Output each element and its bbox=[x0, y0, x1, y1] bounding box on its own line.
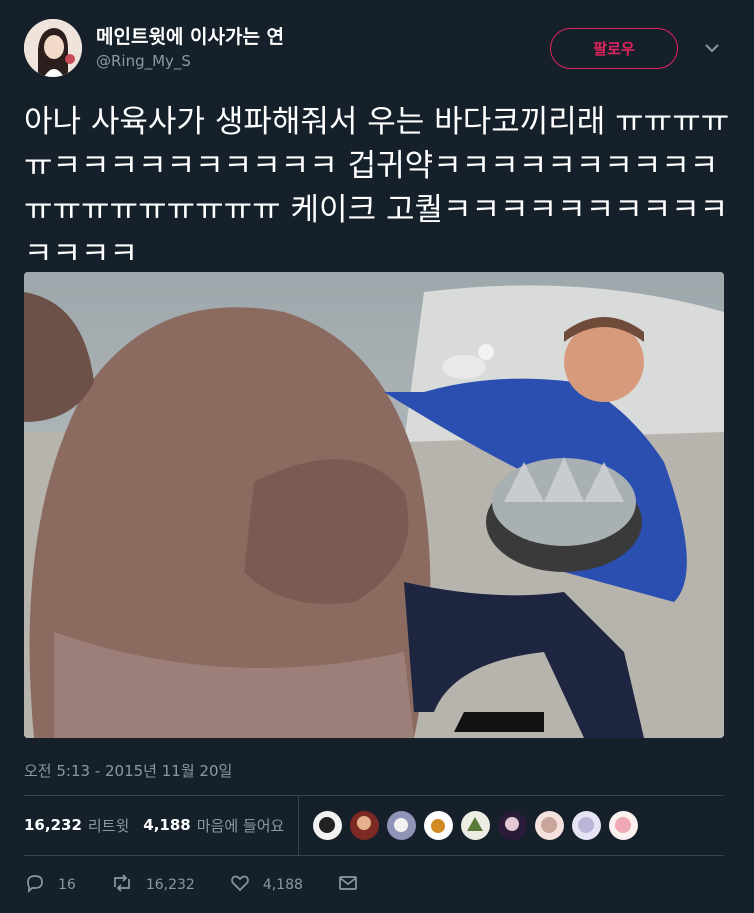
retweet-button[interactable]: 16,232 bbox=[110, 872, 195, 898]
message-button[interactable] bbox=[337, 872, 371, 898]
liker-avatar[interactable] bbox=[350, 810, 380, 840]
retweets-count[interactable]: 16,232 bbox=[24, 816, 82, 834]
likes-label[interactable]: 마음에 들어요 bbox=[197, 815, 285, 836]
follow-button[interactable]: 팔로우 bbox=[550, 28, 678, 69]
avatar[interactable] bbox=[24, 19, 82, 77]
liker-avatar[interactable] bbox=[498, 810, 528, 840]
liker-avatar[interactable] bbox=[313, 810, 343, 840]
tweet-actions: 16 16,232 4,188 bbox=[24, 870, 405, 900]
liker-avatar[interactable] bbox=[461, 810, 491, 840]
engagement-stats: 16,232 리트윗 4,188 마음에 들어요 bbox=[24, 795, 724, 855]
reply-count: 16 bbox=[58, 877, 76, 893]
user-handle[interactable]: @Ring_My_S bbox=[96, 52, 191, 70]
retweets-label[interactable]: 리트윗 bbox=[88, 815, 129, 836]
like-icon bbox=[229, 872, 263, 898]
stats-separator bbox=[298, 795, 300, 855]
display-name[interactable]: 메인트윗에 이사가는 연 bbox=[96, 22, 284, 49]
divider bbox=[24, 855, 724, 856]
liker-avatar[interactable] bbox=[387, 810, 417, 840]
liker-avatars bbox=[313, 810, 639, 840]
like-button[interactable]: 4,188 bbox=[229, 872, 303, 898]
retweet-count: 16,232 bbox=[145, 877, 195, 893]
tweet-timestamp[interactable]: 오전 5:13 - 2015년 11월 20일 bbox=[24, 760, 232, 781]
likes-count[interactable]: 4,188 bbox=[143, 816, 190, 834]
liker-avatar[interactable] bbox=[609, 810, 639, 840]
liker-avatar[interactable] bbox=[535, 810, 565, 840]
like-count: 4,188 bbox=[262, 877, 303, 893]
message-icon bbox=[337, 872, 371, 898]
tweet-photo[interactable] bbox=[24, 272, 724, 738]
liker-avatar[interactable] bbox=[424, 810, 454, 840]
retweet-icon bbox=[110, 872, 146, 898]
reply-button[interactable]: 16 bbox=[24, 872, 76, 898]
chevron-down-icon[interactable] bbox=[702, 38, 722, 58]
reply-icon bbox=[24, 872, 58, 898]
liker-avatar[interactable] bbox=[572, 810, 602, 840]
tweet-text: 아나 사육사가 생파해줘서 우는 바다코끼리래 ㅠㅠㅠㅠㅠㅋㅋㅋㅋㅋㅋㅋㅋㅋㅋ … bbox=[24, 104, 730, 272]
